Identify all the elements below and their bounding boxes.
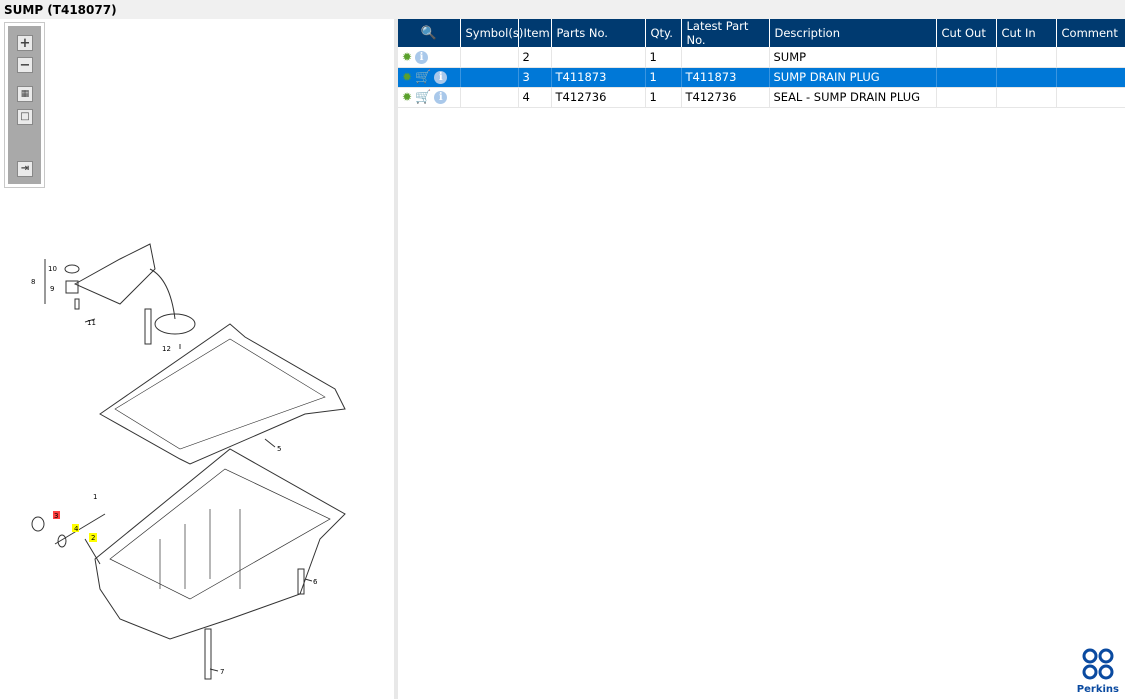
column-header[interactable]: Cut In (996, 19, 1057, 47)
column-header[interactable]: Symbol(s) (460, 19, 523, 47)
gasket (99, 323, 346, 465)
gear-icon[interactable]: ✹ (402, 90, 412, 104)
column-header[interactable]: Cut Out (936, 19, 997, 47)
qty-cell: 1 (645, 87, 682, 108)
table-row[interactable]: ✹ 🛒 i 4 T412736 1 T412736 SEAL - SUMP DRAI… (398, 87, 1125, 108)
callout-7: 7 (220, 668, 224, 676)
logo-text: Perkins (1076, 684, 1119, 695)
part-no-cell: T411873 (551, 67, 646, 88)
callout-12: 12 (162, 345, 171, 353)
exploded-parts-diagram: 1 2 3 4 5 6 7 8 9 10 11 12 (31, 243, 346, 680)
callout-9: 9 (50, 285, 54, 293)
item-cell: 4 (518, 87, 552, 108)
table-row[interactable]: ✹ i 2 1 SUMP (398, 47, 1125, 68)
info-icon[interactable]: i (415, 50, 429, 64)
callout-11: 11 (87, 319, 96, 327)
cart-icon[interactable]: 🛒 (415, 90, 431, 105)
parts-list-panel: 🔍 Symbol(s) Item Parts No. Qty. Latest P… (398, 19, 1125, 699)
column-header[interactable]: Comment (1056, 19, 1125, 47)
sump-pan (94, 448, 346, 640)
column-header[interactable]: Latest Part No. (681, 19, 770, 47)
qty-cell: 1 (645, 47, 682, 68)
gear-icon[interactable]: ✹ (402, 70, 412, 84)
callout-1: 1 (93, 493, 97, 501)
column-header[interactable]: Description (769, 19, 937, 47)
info-icon[interactable]: i (434, 70, 448, 84)
part-no-cell: T412736 (551, 87, 646, 108)
column-header[interactable]: Parts No. (551, 19, 646, 47)
gear-icon[interactable]: ✹ (402, 50, 412, 64)
callout-8: 8 (31, 278, 35, 286)
item-cell: 2 (518, 47, 552, 68)
description-cell: SUMP DRAIN PLUG (769, 67, 937, 88)
perkins-logo: Perkins (1077, 647, 1119, 695)
description-cell: SUMP (769, 47, 937, 68)
part-no-cell (551, 47, 646, 68)
cart-icon[interactable]: 🛒 (415, 70, 431, 85)
diagram-panel[interactable]: + − ▦ □ ⇥ 1 2 3 4 5 6 7 8 9 10 11 12 (0, 19, 394, 699)
latest-part-cell: T411873 (681, 67, 770, 88)
search-column-header[interactable]: 🔍 (398, 19, 461, 47)
callout-10: 10 (48, 265, 57, 273)
table-row-selected[interactable]: ✹ 🛒 i 3 T411873 1 T411873 SUMP DRAIN PLUG (398, 67, 1125, 88)
info-icon[interactable]: i (434, 90, 448, 104)
callout-2: 2 (91, 534, 95, 542)
table-header: 🔍 Symbol(s) Item Parts No. Qty. Latest P… (398, 19, 1125, 47)
window-title: SUMP (T418077) (0, 0, 1125, 19)
perkins-logo-mark (1082, 648, 1114, 680)
latest-part-cell (681, 47, 770, 68)
column-header[interactable]: Qty. (645, 19, 682, 47)
qty-cell: 1 (645, 67, 682, 88)
parts-table: 🔍 Symbol(s) Item Parts No. Qty. Latest P… (398, 19, 1125, 108)
latest-part-cell: T412736 (681, 87, 770, 108)
item-cell: 3 (518, 67, 552, 88)
callout-5: 5 (277, 445, 281, 453)
callout-4: 4 (74, 525, 79, 533)
callout-6: 6 (313, 578, 318, 586)
magnifier-icon: 🔍 (420, 25, 437, 41)
oil-pickup-tube (73, 243, 176, 320)
callout-3: 3 (54, 512, 58, 520)
description-cell: SEAL - SUMP DRAIN PLUG (769, 87, 937, 108)
